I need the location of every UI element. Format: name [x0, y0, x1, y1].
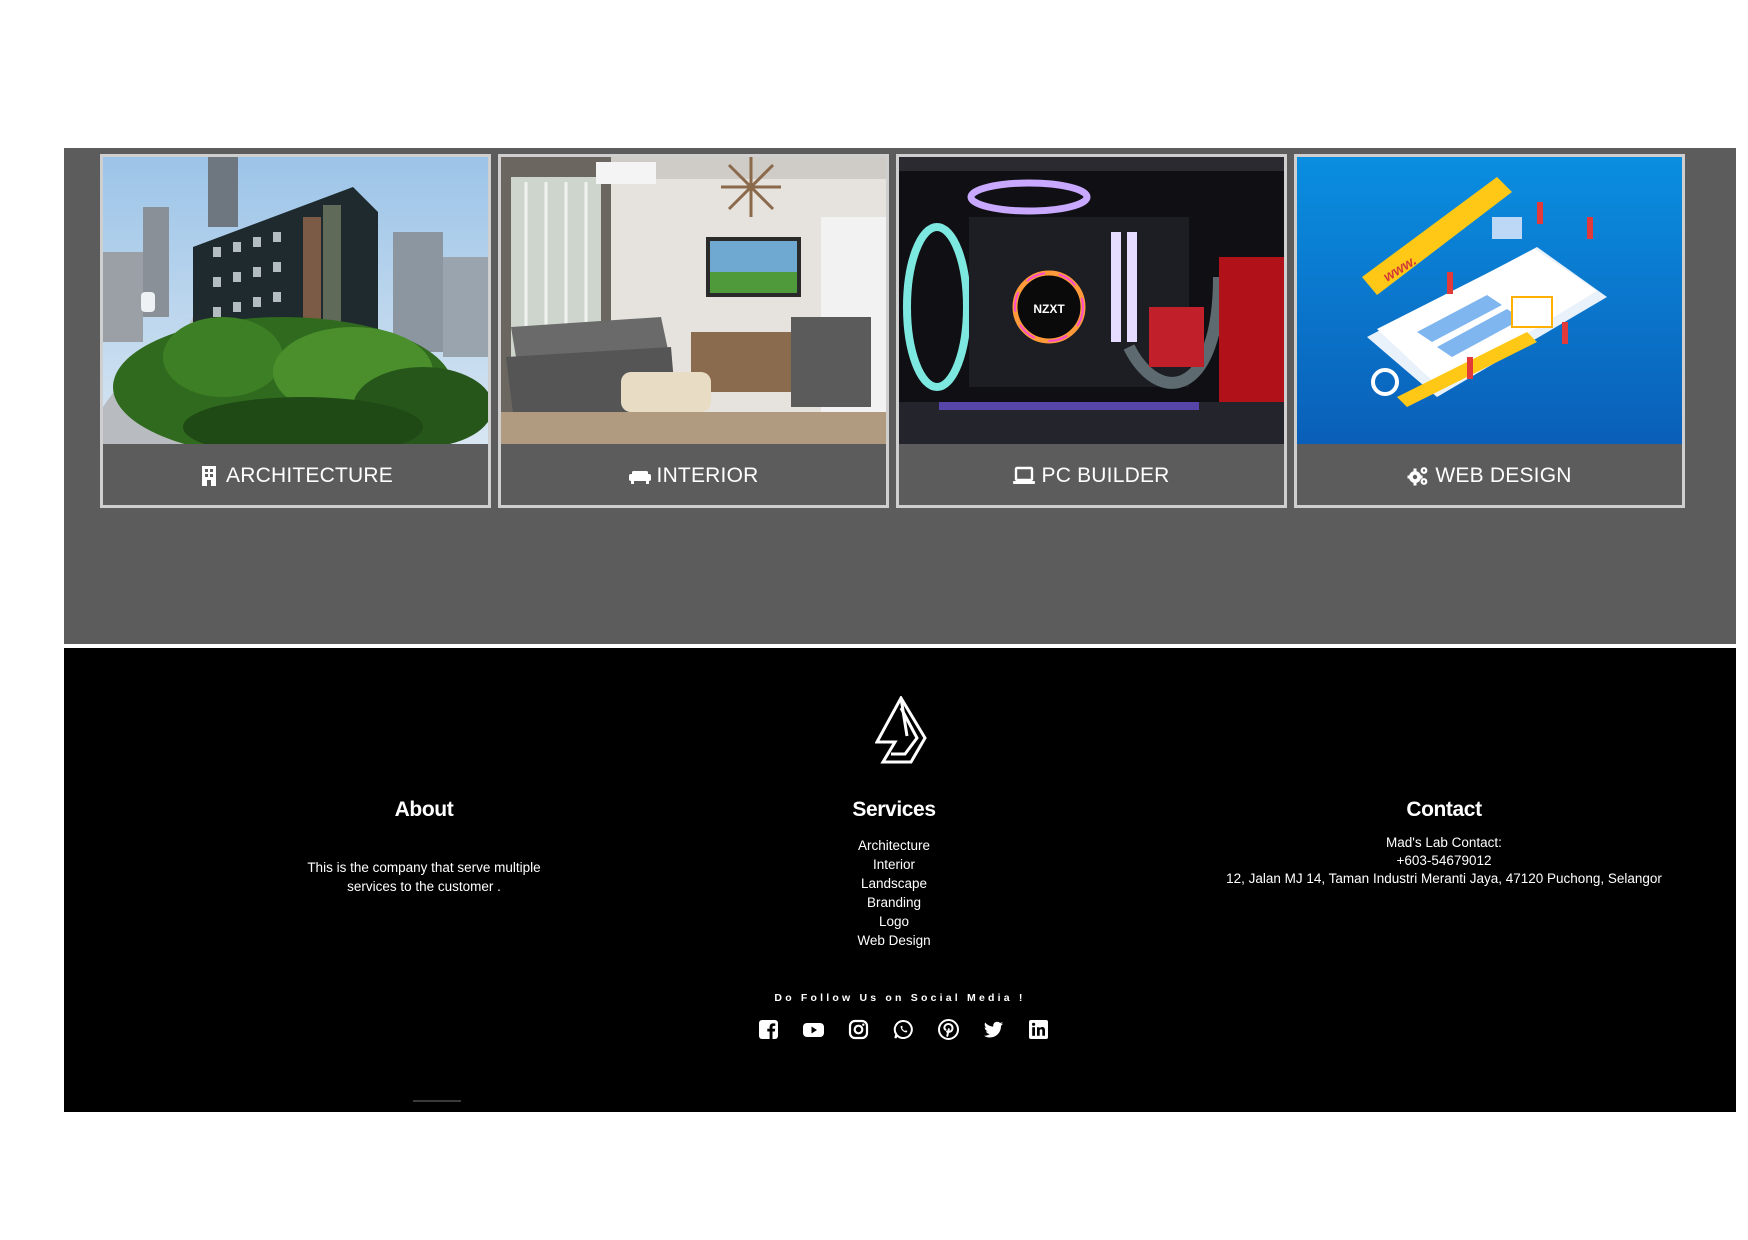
pc-builder-image: NZXT: [899, 157, 1284, 444]
interior-image: [501, 157, 886, 444]
service-caption-architecture: ARCHITECTURE: [103, 444, 488, 508]
services-section: ARCHITECTURE INTERIOR NZXT PC BUILDER ww…: [64, 148, 1736, 644]
service-card-pc-builder[interactable]: NZXT PC BUILDER: [896, 154, 1287, 508]
service-caption-pc-builder: PC BUILDER: [899, 444, 1284, 508]
building-icon: [198, 465, 220, 487]
service-label-web-design: WEB DESIGN: [1435, 464, 1572, 487]
company-logo[interactable]: [875, 696, 927, 764]
laptop-icon: [1013, 465, 1036, 487]
architecture-image: [103, 157, 488, 444]
site-footer: About This is the company that serve mul…: [64, 648, 1736, 1112]
services-link-web-design[interactable]: Web Design: [744, 931, 1044, 950]
about-text-line2: services to the customer .: [347, 879, 501, 894]
footer-contact: Contact Mad's Lab Contact: +603-54679012…: [1194, 798, 1694, 888]
twitter-icon[interactable]: [983, 1019, 1004, 1040]
contact-address: 12, Jalan MJ 14, Taman Industri Meranti …: [1226, 871, 1662, 886]
contact-title: Contact: [1406, 798, 1482, 821]
services-link-architecture[interactable]: Architecture: [744, 836, 1044, 855]
about-text-line1: This is the company that serve multiple: [307, 860, 541, 875]
services-list: Architecture Interior Landscape Branding…: [744, 836, 1044, 950]
cogs-icon: [1407, 465, 1429, 487]
service-caption-web-design: WEB DESIGN: [1297, 444, 1682, 508]
service-card-web-design[interactable]: www. WEB DESIGN: [1294, 154, 1685, 508]
page: ARCHITECTURE INTERIOR NZXT PC BUILDER ww…: [0, 0, 1748, 1240]
footer-divider: [413, 1100, 461, 1102]
service-label-interior: INTERIOR: [656, 464, 759, 487]
whatsapp-icon[interactable]: [893, 1019, 914, 1040]
contact-label: Mad's Lab Contact:: [1386, 835, 1502, 850]
services-link-interior[interactable]: Interior: [744, 855, 1044, 874]
footer-about: About This is the company that serve mul…: [224, 798, 624, 896]
service-card-architecture[interactable]: ARCHITECTURE: [100, 154, 491, 508]
nzxt-badge: NZXT: [1033, 302, 1065, 316]
linkedin-icon[interactable]: [1028, 1019, 1049, 1040]
footer-services: Services Architecture Interior Landscape…: [744, 798, 1044, 950]
services-link-landscape[interactable]: Landscape: [744, 874, 1044, 893]
service-label-architecture: ARCHITECTURE: [226, 464, 393, 487]
web-design-image: www.: [1297, 157, 1682, 444]
about-title: About: [394, 798, 454, 821]
youtube-icon[interactable]: [802, 1019, 824, 1040]
social-links: [64, 1019, 1736, 1040]
follow-us-text: Do Follow Us on Social Media !: [774, 992, 1026, 1004]
couch-icon: [628, 465, 651, 487]
services-link-branding[interactable]: Branding: [744, 893, 1044, 912]
service-caption-interior: INTERIOR: [501, 444, 886, 508]
instagram-icon[interactable]: [848, 1019, 869, 1040]
service-label-pc-builder: PC BUILDER: [1041, 464, 1170, 487]
services-title: Services: [852, 798, 936, 821]
facebook-icon[interactable]: [758, 1019, 779, 1040]
service-card-interior[interactable]: INTERIOR: [498, 154, 889, 508]
pinterest-icon[interactable]: [937, 1019, 959, 1040]
contact-phone[interactable]: +603-54679012: [1194, 852, 1694, 870]
services-link-logo[interactable]: Logo: [744, 912, 1044, 931]
